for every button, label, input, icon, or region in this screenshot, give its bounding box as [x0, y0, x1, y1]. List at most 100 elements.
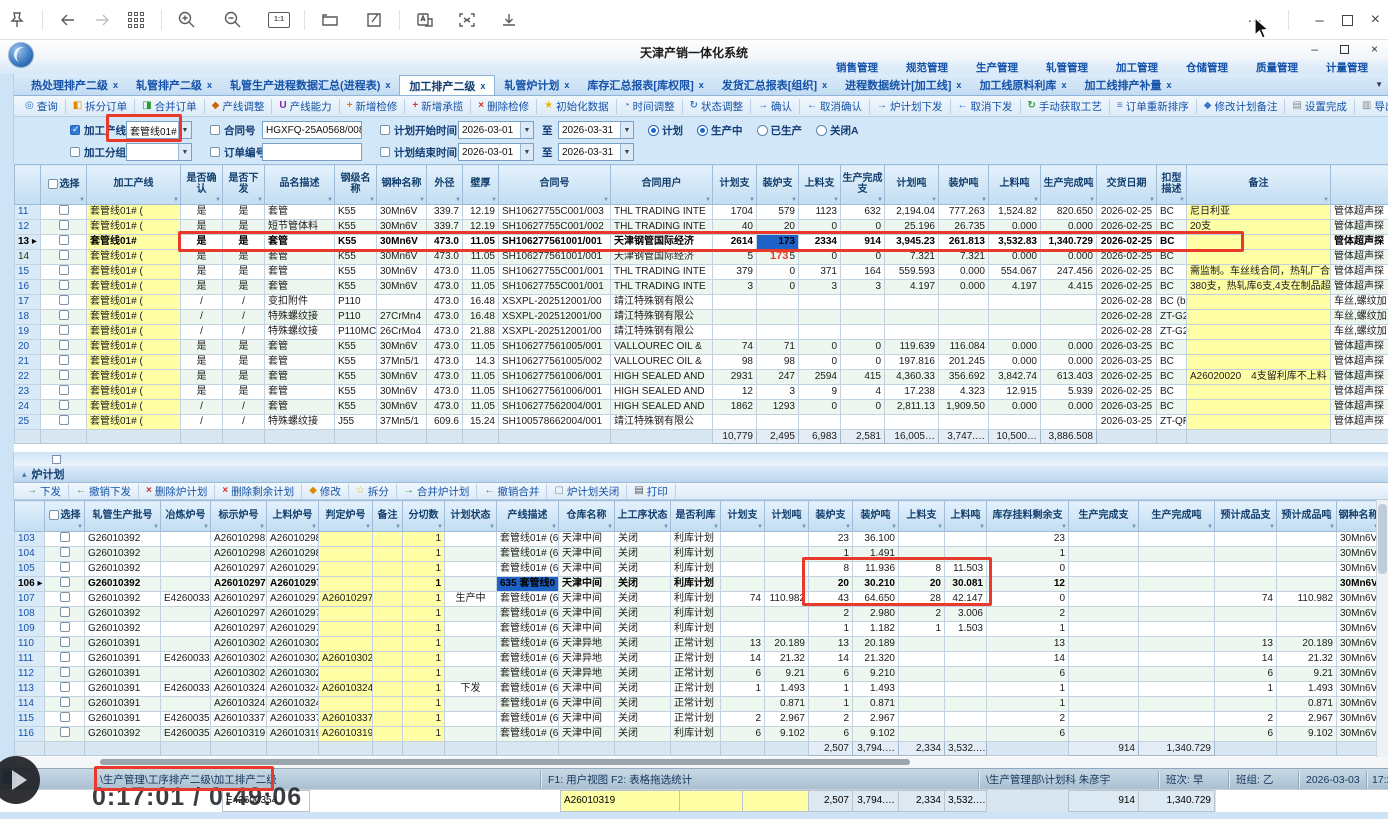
end-from-date[interactable]: 2026-03-01▼: [458, 143, 534, 161]
select-cell[interactable]: [41, 235, 87, 250]
column-header-钢种名称[interactable]: 钢种名称▼: [1337, 501, 1381, 532]
toolbar-button-close-plan[interactable]: ▢炉计划关闭: [547, 484, 627, 499]
toolbar-button-delete-maintenance[interactable]: ×删除检修: [471, 99, 537, 114]
row-checkbox[interactable]: [60, 727, 70, 737]
table-row[interactable]: 115G26010391E42600358A26010337A26010337A…: [15, 712, 1388, 727]
tab-close-icon[interactable]: x: [385, 80, 390, 90]
table-row[interactable]: 14套管线01# (是是套管K5530Mn6V473.011.05SH10627…: [15, 250, 1388, 265]
filter-funnel-icon[interactable]: ▼: [1061, 524, 1067, 530]
select-all-checkbox[interactable]: [49, 510, 59, 520]
filter-funnel-icon[interactable]: ▼: [489, 524, 495, 530]
column-header-分切数[interactable]: 分切数▼: [403, 501, 445, 532]
toolbar-button-add-contract[interactable]: +新增承揽: [405, 99, 471, 114]
tab-轧管排产二级[interactable]: 轧管排产二级x: [127, 75, 221, 95]
row-checkbox[interactable]: [59, 310, 69, 320]
tab-close-icon[interactable]: x: [113, 80, 118, 90]
column-header-上料吨[interactable]: 上料吨▼: [945, 501, 987, 532]
filter-funnel-icon[interactable]: ▼: [437, 524, 443, 530]
toolbar-button-undo-merge[interactable]: ←撤销合并: [477, 484, 547, 499]
select-cell[interactable]: [41, 310, 87, 325]
row-checkbox[interactable]: [60, 577, 70, 587]
tab-close-icon[interactable]: x: [564, 80, 569, 90]
tab-热处理排产二级[interactable]: 热处理排产二级x: [22, 75, 127, 95]
filter-funnel-icon[interactable]: ▼: [365, 524, 371, 530]
filter-funnel-icon[interactable]: ▼: [491, 197, 497, 203]
row-number[interactable]: 112: [15, 667, 45, 682]
filter-funnel-icon[interactable]: ▼: [1149, 197, 1155, 203]
zoom-out-icon[interactable]: [216, 7, 250, 33]
select-cell[interactable]: [45, 712, 85, 727]
row-checkbox[interactable]: [59, 265, 69, 275]
back-icon[interactable]: [51, 7, 85, 33]
filter-funnel-icon[interactable]: ▼: [369, 197, 375, 203]
filter-funnel-icon[interactable]: ▼: [77, 524, 83, 530]
zoom-in-icon[interactable]: [170, 7, 204, 33]
line-checkbox-icon[interactable]: [70, 125, 80, 135]
table-row[interactable]: 106 ▸G26010392A26010297A260102971635 套管线…: [15, 577, 1388, 592]
radio-关闭A[interactable]: 关闭A: [816, 123, 859, 138]
row-checkbox[interactable]: [59, 415, 69, 425]
column-header-是否下发[interactable]: 是否下发▼: [223, 165, 265, 205]
table-row[interactable]: 110G26010391A26010302A260103021套管线01# (6…: [15, 637, 1388, 652]
toolbar-button-search[interactable]: ◎查询: [18, 99, 66, 114]
select-cell[interactable]: [45, 652, 85, 667]
tab-发货汇总报表[组织][interactable]: 发货汇总报表[组织]x: [713, 75, 836, 95]
row-number[interactable]: 18: [15, 310, 41, 325]
toolbar-button-reorder[interactable]: ≡订单重新排序: [1110, 99, 1197, 114]
row-checkbox[interactable]: [60, 667, 70, 677]
column-header-计划状态[interactable]: 计划状态▼: [445, 501, 497, 532]
column-header-是否利库[interactable]: 是否利库▼: [671, 501, 721, 532]
start-from-date[interactable]: 2026-03-01▼: [458, 121, 534, 139]
row-checkbox[interactable]: [59, 205, 69, 215]
row-number[interactable]: 23: [15, 385, 41, 400]
column-header-计划吨[interactable]: 计划吨▼: [885, 165, 939, 205]
select-all-checkbox[interactable]: [48, 179, 58, 189]
tab-轧管炉计划[interactable]: 轧管炉计划x: [495, 75, 578, 95]
filter-funnel-icon[interactable]: ▼: [663, 524, 669, 530]
collapse-icon[interactable]: ▴: [22, 469, 27, 480]
download-icon[interactable]: [492, 7, 526, 33]
filter-funnel-icon[interactable]: ▼: [215, 197, 221, 203]
column-header-标示炉号[interactable]: 标示炉号▼: [211, 501, 267, 532]
horizontal-scrollbar[interactable]: [14, 757, 1388, 768]
select-cell[interactable]: [41, 220, 87, 235]
row-checkbox[interactable]: [60, 682, 70, 692]
group-checkbox-icon[interactable]: [70, 147, 80, 157]
filter-funnel-icon[interactable]: ▼: [757, 524, 763, 530]
select-cell[interactable]: [45, 637, 85, 652]
column-header-装炉支[interactable]: 装炉支▼: [757, 165, 799, 205]
filter-funnel-icon[interactable]: ▼: [801, 524, 807, 530]
toolbar-button-send[interactable]: →下发: [20, 484, 69, 499]
furnace-panel-header[interactable]: ▴ 炉计划: [14, 466, 1388, 483]
select-cell[interactable]: [41, 325, 87, 340]
table-row[interactable]: 12套管线01# (是是短节管体料K5530Mn6V339.712.19SH10…: [15, 220, 1388, 235]
select-cell[interactable]: [41, 400, 87, 415]
row-number[interactable]: 12: [15, 220, 41, 235]
row-checkbox[interactable]: [60, 697, 70, 707]
filter-funnel-icon[interactable]: ▼: [1179, 197, 1185, 203]
column-header-轧管生产批号[interactable]: 轧管生产批号▼: [85, 501, 161, 532]
column-header-判定炉号[interactable]: 判定炉号▼: [319, 501, 373, 532]
row-checkbox[interactable]: [60, 562, 70, 572]
order-checkbox-icon[interactable]: [210, 147, 220, 157]
row-number[interactable]: 16: [15, 280, 41, 295]
translate-icon[interactable]: [408, 7, 442, 33]
select-cell[interactable]: [45, 532, 85, 547]
select-cell[interactable]: [45, 622, 85, 637]
end-time-filter[interactable]: 计划结束时间: [380, 141, 457, 163]
row-checkbox[interactable]: [59, 355, 69, 365]
column-header-预计成品支[interactable]: 预计成品支▼: [1215, 501, 1277, 532]
filter-funnel-icon[interactable]: ▼: [79, 197, 85, 203]
filter-funnel-icon[interactable]: ▼: [607, 524, 613, 530]
splitter[interactable]: [14, 452, 1388, 466]
filter-funnel-icon[interactable]: ▼: [749, 197, 755, 203]
table-row[interactable]: 21套管线01# (是是套管K5537Mn5/1473.014.3SH10627…: [15, 355, 1388, 370]
filter-funnel-icon[interactable]: ▼: [257, 197, 263, 203]
toolbar-button-modify[interactable]: ◆修改: [302, 484, 349, 499]
select-cell[interactable]: [41, 265, 87, 280]
column-header-计划吨[interactable]: 计划吨▼: [765, 501, 809, 532]
apps-grid-icon[interactable]: [119, 7, 153, 33]
column-header-钢级名称[interactable]: 钢级名称▼: [335, 165, 377, 205]
row-number[interactable]: 105: [15, 562, 45, 577]
browser-close-icon[interactable]: ×: [1371, 11, 1380, 29]
